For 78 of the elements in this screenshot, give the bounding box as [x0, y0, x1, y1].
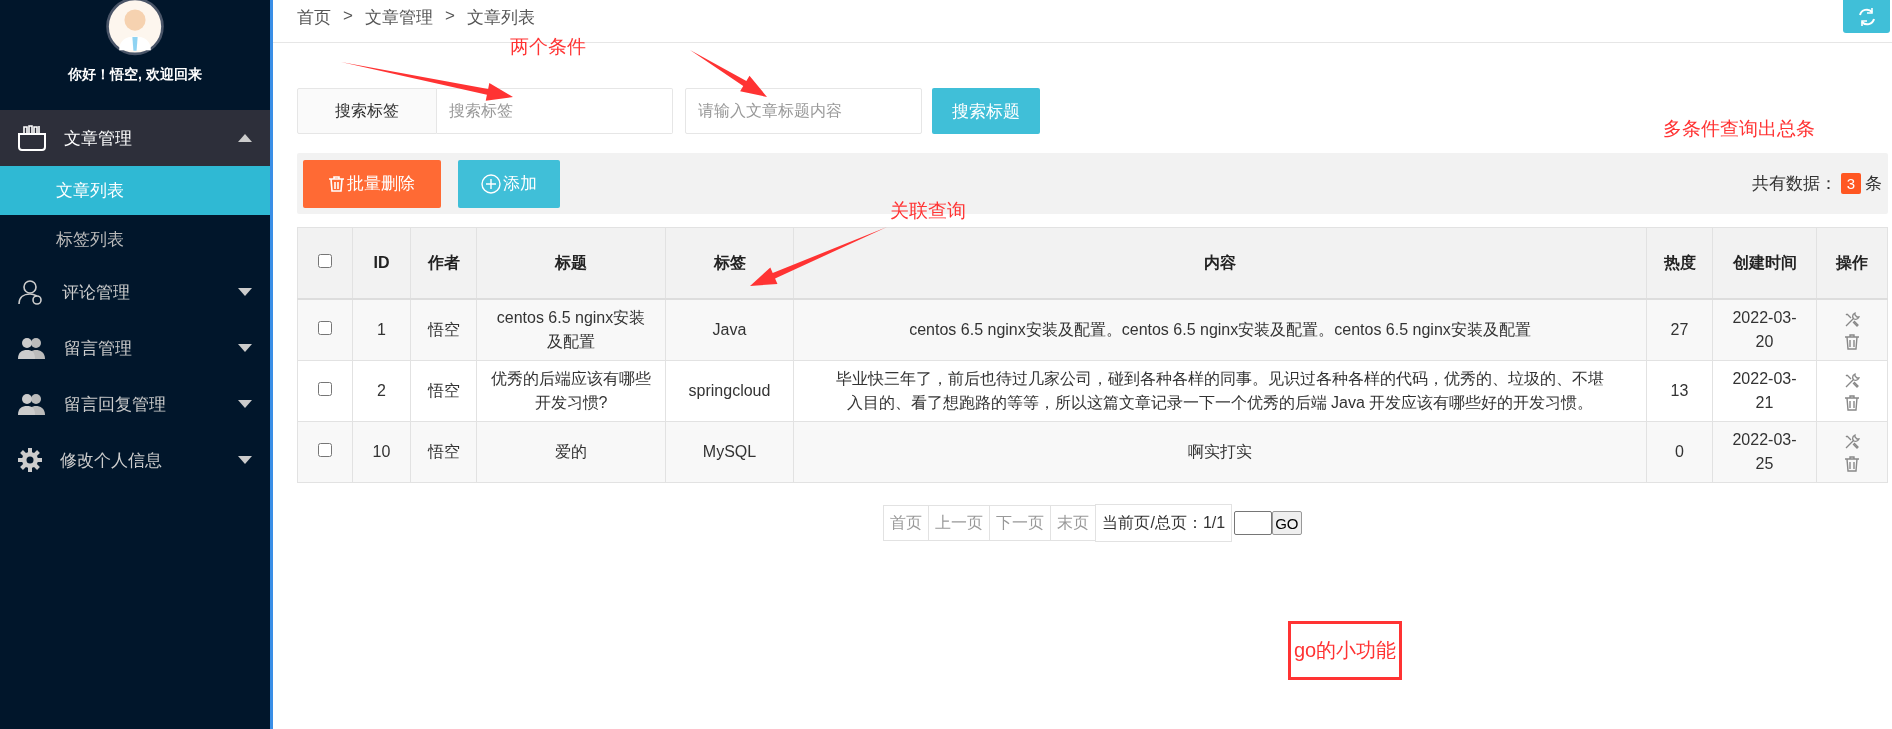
- row-checkbox[interactable]: [318, 321, 332, 335]
- caret-icon: [238, 134, 252, 142]
- breadcrumb-link[interactable]: 文章管理: [364, 6, 433, 29]
- total-label: 共有数据：: [1751, 173, 1837, 195]
- row-checkbox[interactable]: [318, 443, 332, 457]
- refresh-button[interactable]: [1843, 0, 1890, 33]
- table-cell: 悟空: [410, 421, 477, 483]
- edit-tools-icon[interactable]: [1844, 311, 1860, 328]
- tag-search-field[interactable]: 搜索标签: [437, 88, 673, 134]
- caret-icon: [238, 288, 252, 296]
- table-cell: 13: [1646, 360, 1713, 422]
- refresh-icon: [1856, 6, 1877, 27]
- table-cell: centos 6.5 nginx安装及配置: [476, 299, 666, 361]
- table-cell: Java: [665, 299, 794, 361]
- edit-tools-icon[interactable]: [1844, 433, 1860, 450]
- plus-circle-icon: [481, 173, 501, 194]
- title-search-field[interactable]: 请输入文章标题内容: [685, 88, 922, 134]
- table-cell: 啊实打实: [793, 421, 1647, 483]
- column-header: 标签: [665, 227, 794, 299]
- boxed-annotation: go的小功能: [1288, 621, 1403, 680]
- page-number-field[interactable]: [1234, 511, 1273, 535]
- column-header: ID: [352, 227, 411, 299]
- go-button[interactable]: GO: [1272, 511, 1302, 535]
- menu-item[interactable]: 修改个人信息: [0, 432, 270, 488]
- caret-icon: [238, 456, 252, 464]
- settings-icon: [18, 448, 42, 472]
- column-header: 热度: [1646, 227, 1713, 299]
- column-header: 标题: [476, 227, 666, 299]
- row-checkbox[interactable]: [318, 382, 332, 396]
- table-cell: 1: [352, 299, 411, 361]
- greeting: 你好！悟空, 欢迎回来: [67, 66, 203, 84]
- column-header: 作者: [410, 227, 477, 299]
- menu-item[interactable]: 留言管理: [0, 320, 270, 376]
- edit-tools-icon[interactable]: [1844, 372, 1860, 389]
- select-all-checkbox[interactable]: [318, 254, 332, 268]
- annotation-note: 关联查询: [890, 199, 966, 223]
- menu-item[interactable]: 文章管理: [0, 110, 270, 166]
- trash-icon[interactable]: [1845, 333, 1859, 350]
- users-icon: [18, 337, 46, 359]
- page-status: 当前页/总页：1/1: [1095, 504, 1233, 542]
- table-cell: 2022-03-25: [1712, 421, 1817, 483]
- table-cell: 毕业快三年了，前后也待过几家公司，碰到各种各样的同事。见识过各种各样的代码，优秀的、垃圾的、不堪入目的、看了想跑路的等等，所以这篇文章记录一下一个优秀的后端 Java 开发应该有哪些好的开发习惯。: [793, 360, 1647, 422]
- breadcrumb-link[interactable]: 文章列表: [466, 6, 535, 29]
- table-cell: 优秀的后端应该有哪些开发习惯?: [476, 360, 666, 422]
- breadcrumb-separator: >: [343, 6, 353, 27]
- annotation-note: 多条件查询出总条: [1663, 117, 1815, 141]
- breadcrumb-link[interactable]: 首页: [297, 6, 331, 29]
- trash-icon: [329, 175, 344, 192]
- table-cell: 27: [1646, 299, 1713, 361]
- caret-icon: [238, 400, 252, 408]
- count-badge: 3: [1840, 173, 1861, 194]
- breadcrumb-separator: >: [444, 6, 455, 27]
- table-cell: springcloud: [665, 360, 794, 422]
- caret-icon: [238, 344, 252, 352]
- trash-icon[interactable]: [1845, 394, 1859, 411]
- submenu-item[interactable]: 标签列表: [0, 215, 270, 264]
- column-header: 操作: [1816, 227, 1888, 299]
- table-cell: 2022-03-21: [1712, 360, 1817, 422]
- trash-icon[interactable]: [1845, 455, 1859, 472]
- pencil-cup-icon: [18, 125, 46, 151]
- table-cell: 爱的: [476, 421, 666, 483]
- table-cell: 2022-03-20: [1712, 299, 1817, 361]
- table-cell: 悟空: [410, 299, 477, 361]
- column-header: 内容: [793, 227, 1647, 299]
- menu-item[interactable]: 留言回复管理: [0, 376, 270, 432]
- table-cell: centos 6.5 nginx安装及配置。centos 6.5 nginx安装及配置。centos 6.5 nginx安装及配置: [793, 299, 1647, 361]
- table-cell: 2: [352, 360, 411, 422]
- table-cell: 悟空: [410, 360, 477, 422]
- table-cell: 0: [1646, 421, 1713, 483]
- menu-item[interactable]: 评论管理: [0, 264, 270, 320]
- user-icon: [18, 279, 44, 305]
- annotation-note: 两个条件: [510, 35, 586, 59]
- column-header: 创建时间: [1712, 227, 1817, 299]
- field-label: 搜索标签: [297, 88, 437, 134]
- table-cell: 10: [352, 421, 411, 483]
- users-icon: [18, 393, 46, 415]
- total-unit: 条: [1865, 173, 1882, 195]
- table-cell: MySQL: [665, 421, 794, 483]
